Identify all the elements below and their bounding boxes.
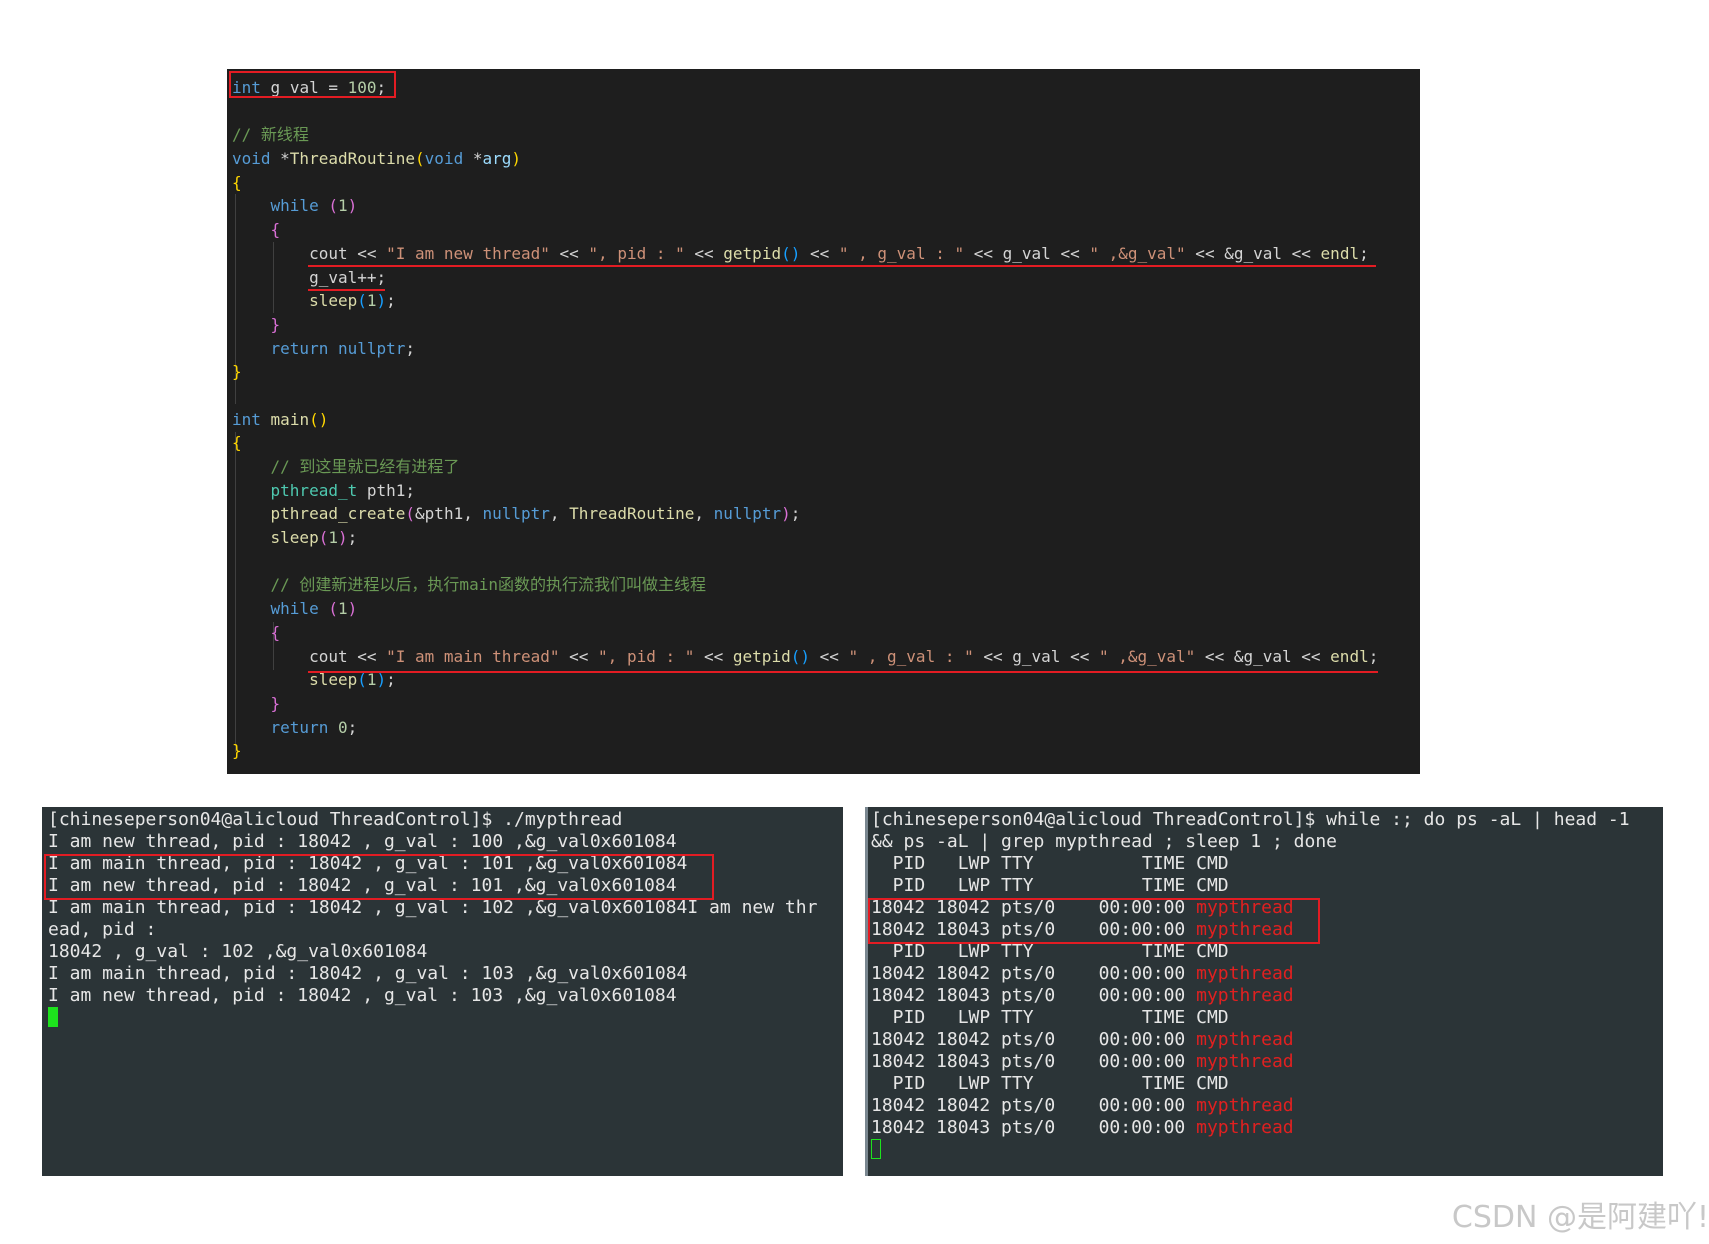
ps-cmd-name: mypthread [1196,963,1294,984]
ps-row: 18042 18043 pts/0 00:00:00 mypthread [871,1051,1630,1073]
ps-row-fields: 18042 18043 pts/0 00:00:00 [871,1117,1197,1138]
ps-header-row: PID LWP TTY TIME CMD [871,1073,1630,1095]
terminal-output: [chineseperson04@alicloud ThreadControl]… [871,809,1630,1161]
ps-row: 18042 18043 pts/0 00:00:00 mypthread [871,1117,1630,1139]
ps-cmd-name: mypthread [1196,1117,1294,1138]
highlight-box-g-val-decl [229,71,396,98]
ps-row-fields: PID LWP TTY TIME CMD [871,941,1229,962]
terminal-program-output[interactable]: [chineseperson04@alicloud ThreadControl]… [42,807,843,1176]
terminal-cursor [871,1139,881,1159]
terminal-line: I am main thread, pid : 18042 , g_val : … [48,897,818,918]
ps-row: 18042 18043 pts/0 00:00:00 mypthread [871,985,1630,1007]
ps-row: 18042 18042 pts/0 00:00:00 mypthread [871,1029,1630,1051]
code-line: int g_val = 100; [232,78,387,97]
ps-header-row: PID LWP TTY TIME CMD [871,853,1630,875]
underline-g-val-increment [308,289,385,291]
underline-main-thread-cout [308,671,1378,673]
ps-row-fields: 18042 18042 pts/0 00:00:00 [871,1095,1197,1116]
terminal-line: I am new thread, pid : 18042 , g_val : 1… [48,831,677,852]
ps-row-fields: PID LWP TTY TIME CMD [871,875,1229,896]
ps-row: 18042 18042 pts/0 00:00:00 mypthread [871,1095,1630,1117]
terminal-cursor [48,1007,58,1027]
ps-header-row: PID LWP TTY TIME CMD [871,875,1630,897]
terminal-line: I am new thread, pid : 18042 , g_val : 1… [48,985,677,1006]
highlight-box-thread-rows [868,898,1320,944]
ps-cmd-name: mypthread [1196,1029,1294,1050]
ps-row-fields: 18042 18043 pts/0 00:00:00 [871,1051,1197,1072]
terminal-command-line: [chineseperson04@alicloud ThreadControl]… [871,809,1630,830]
ps-row-fields: 18042 18042 pts/0 00:00:00 [871,963,1197,984]
terminal-output: [chineseperson04@alicloud ThreadControl]… [48,809,817,1029]
ps-row: 18042 18042 pts/0 00:00:00 mypthread [871,963,1630,985]
terminal-command-line: && ps -aL | grep mypthread ; sleep 1 ; d… [871,831,1337,852]
ps-header-row: PID LWP TTY TIME CMD [871,1007,1630,1029]
terminal-line: [chineseperson04@alicloud ThreadControl]… [48,809,623,830]
ps-cmd-name: mypthread [1196,985,1294,1006]
ps-cmd-name: mypthread [1196,1051,1294,1072]
underline-new-thread-cout [308,265,1376,267]
ps-row-fields: PID LWP TTY TIME CMD [871,1007,1229,1028]
ps-row-fields: 18042 18043 pts/0 00:00:00 [871,985,1197,1006]
terminal-line: ead, pid : [48,919,157,940]
terminal-ps-monitor[interactable]: [chineseperson04@alicloud ThreadControl]… [865,807,1663,1176]
ps-cmd-name: mypthread [1196,1095,1294,1116]
ps-row-fields: PID LWP TTY TIME CMD [871,853,1229,874]
ps-row-fields: PID LWP TTY TIME CMD [871,1073,1229,1094]
ps-header-row: PID LWP TTY TIME CMD [871,941,1630,963]
highlight-box-output-pair [44,854,714,900]
terminal-line: 18042 , g_val : 102 ,&g_val0x601084 [48,941,428,962]
watermark: CSDN @是阿建吖! [1451,1200,1709,1235]
terminal-border [865,807,868,1176]
terminal-line: I am main thread, pid : 18042 , g_val : … [48,963,688,984]
ps-row-fields: 18042 18042 pts/0 00:00:00 [871,1029,1197,1050]
source-code: int g_val = 100; // 新线程 void *ThreadRouti… [232,78,1379,761]
code-editor: int g_val = 100; // 新线程 void *ThreadRouti… [227,69,1420,774]
